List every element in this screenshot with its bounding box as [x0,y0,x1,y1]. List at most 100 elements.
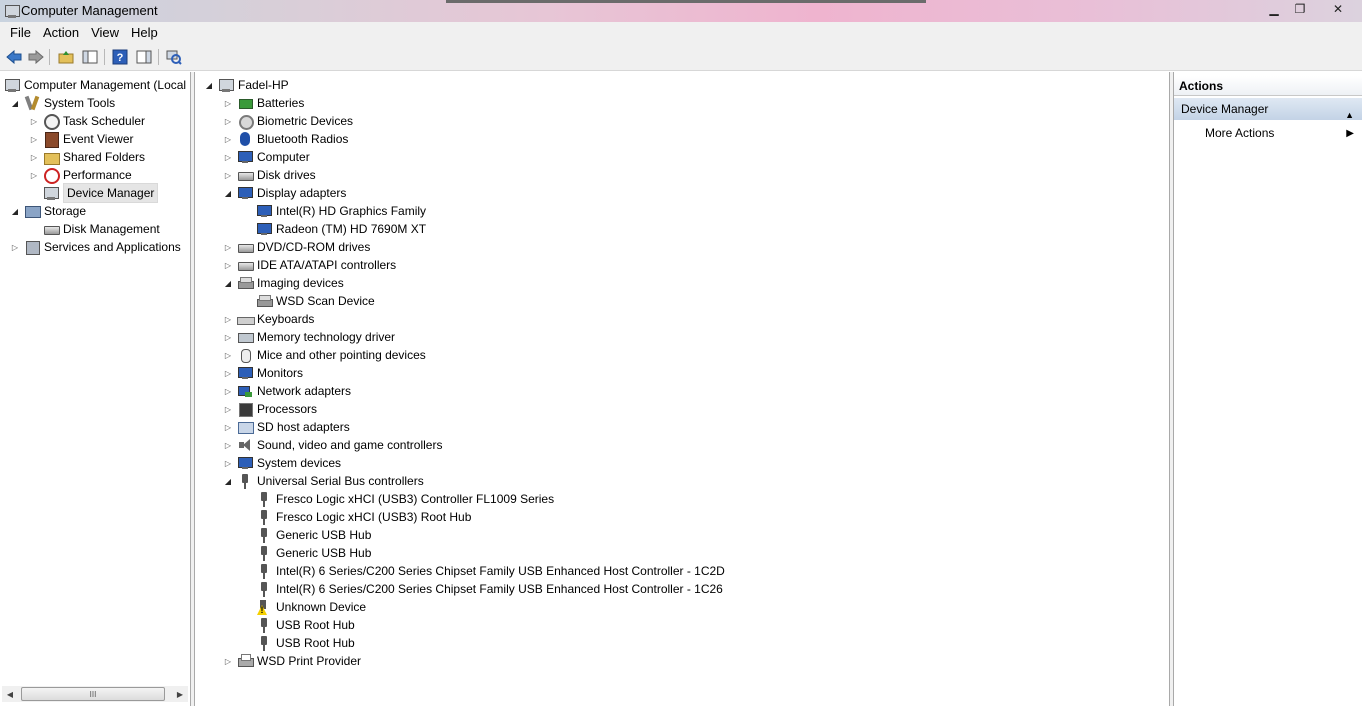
device-category[interactable]: ▷ Network adapters [223,382,351,400]
tree-item-event-viewer[interactable]: ▷ Event Viewer [29,130,133,148]
expand-arrow-icon[interactable]: ▷ [223,134,233,144]
device-item[interactable]: Radeon (TM) HD 7690M XT [242,220,426,238]
collapse-arrow-icon[interactable]: ◢ [10,206,20,216]
warn-icon [256,599,272,615]
expand-arrow-icon[interactable]: ▷ [29,170,39,180]
collapse-arrow-icon[interactable]: ◢ [10,98,20,108]
expand-arrow-icon[interactable]: ▷ [29,116,39,126]
expand-arrow-icon[interactable]: ▷ [223,260,233,270]
device-category[interactable]: ▷ Monitors [223,364,303,382]
device-category[interactable]: ▷ Processors [223,400,317,418]
device-category[interactable]: ▷ SD host adapters [223,418,350,436]
expand-arrow-icon[interactable]: ▷ [223,116,233,126]
scroll-right-arrow-icon[interactable]: ▶ [173,688,187,700]
tree-item-task-scheduler[interactable]: ▷ Task Scheduler [29,112,145,130]
forward-button[interactable] [26,47,46,67]
device-category[interactable]: ▷ Biometric Devices [223,112,353,130]
collapse-arrow-icon[interactable]: ◢ [223,278,233,288]
device-category[interactable]: ◢ Imaging devices [223,274,344,292]
close-button[interactable]: ✕ [1316,0,1360,18]
device-item[interactable]: Generic USB Hub [242,526,371,544]
device-category[interactable]: ▷ Batteries [223,94,304,112]
tree-item-computer-management[interactable]: Computer Management (Local [4,76,186,94]
collapse-arrow-icon[interactable]: ◢ [223,476,233,486]
device-category[interactable]: ▷ Computer [223,148,310,166]
device-item-label: Intel(R) HD Graphics Family [276,204,427,218]
expand-arrow-icon[interactable]: ▷ [10,242,20,252]
expand-arrow-icon[interactable]: ▷ [223,386,233,396]
device-item[interactable]: Generic USB Hub [242,544,371,562]
menu-action[interactable]: Action [37,22,85,43]
device-item[interactable]: Fresco Logic xHCI (USB3) Root Hub [242,508,471,526]
expand-arrow-icon[interactable]: ▷ [223,422,233,432]
menu-view[interactable]: View [85,22,125,43]
device-category[interactable]: ▷ Keyboards [223,310,314,328]
expand-arrow-icon[interactable]: ▷ [29,134,39,144]
device-category[interactable]: ▷ WSD Print Provider [223,652,361,670]
scanner-icon [256,293,273,309]
expand-arrow-icon[interactable]: ▷ [223,368,233,378]
show-hide-action-pane-button[interactable] [134,47,154,67]
toolbar-separator [158,49,159,65]
expand-arrow-icon[interactable]: ▷ [223,350,233,360]
device-item[interactable]: USB Root Hub [242,634,355,652]
device-item[interactable]: WSD Scan Device [242,292,375,310]
device-category-label: Memory technology driver [257,330,396,344]
expand-arrow-icon[interactable]: ▷ [223,314,233,324]
scrollbar-thumb[interactable]: III [21,687,165,701]
expand-arrow-icon[interactable]: ▷ [223,404,233,414]
collapse-arrow-icon[interactable]: ◢ [223,188,233,198]
minimize-button[interactable]: ▁ [1262,0,1286,18]
back-button[interactable] [4,47,24,67]
device-item[interactable]: USB Root Hub [242,616,355,634]
device-category[interactable]: ▷ Disk drives [223,166,316,184]
tree-item-storage[interactable]: ◢ Storage [10,202,86,220]
device-category[interactable]: ▷ DVD/CD-ROM drives [223,238,370,256]
menu-help[interactable]: Help [125,22,164,43]
menu-file[interactable]: File [4,22,37,43]
scroll-left-arrow-icon[interactable]: ◀ [3,688,17,700]
device-category[interactable]: ◢ Universal Serial Bus controllers [223,472,424,490]
device-tree-root[interactable]: ◢ Fadel-HP [204,76,289,94]
help-button[interactable]: ? [110,47,130,67]
tree-item-performance[interactable]: ▷ Performance [29,166,132,184]
more-actions-item[interactable]: More Actions ▶ [1174,122,1362,144]
expand-arrow-icon[interactable]: ▷ [223,656,233,666]
device-category[interactable]: ▷ Mice and other pointing devices [223,346,426,364]
device-item-label: USB Root Hub [276,636,355,650]
expand-arrow-icon[interactable]: ▷ [223,440,233,450]
expand-arrow-icon[interactable]: ▷ [29,152,39,162]
scan-hardware-icon [166,50,182,65]
tree-item-disk-management[interactable]: Disk Management [29,220,160,238]
expand-arrow-icon[interactable]: ▷ [223,332,233,342]
tree-item-device-manager[interactable]: Device Manager [29,183,159,203]
maximize-button[interactable]: ❐ [1288,0,1312,18]
horizontal-scrollbar[interactable]: ◀ III ▶ [2,686,188,702]
expand-arrow-icon[interactable]: ▷ [223,458,233,468]
device-item[interactable]: Intel(R) HD Graphics Family [242,202,426,220]
help-icon: ? [112,49,128,65]
expand-arrow-icon[interactable]: ▷ [223,98,233,108]
device-item[interactable]: Unknown Device [242,598,366,616]
monitor-icon [237,185,253,201]
device-category[interactable]: ▷ System devices [223,454,341,472]
show-hide-console-tree-button[interactable] [80,47,100,67]
device-item[interactable]: Intel(R) 6 Series/C200 Series Chipset Fa… [242,580,723,598]
actions-section-device-manager[interactable]: Device Manager ▲ [1174,98,1362,120]
device-item[interactable]: Fresco Logic xHCI (USB3) Controller FL10… [242,490,554,508]
expand-arrow-icon[interactable]: ▷ [223,170,233,180]
device-category[interactable]: ▷ Memory technology driver [223,328,395,346]
tree-item-shared-folders[interactable]: ▷ Shared Folders [29,148,145,166]
expand-arrow-icon[interactable]: ◢ [204,80,214,90]
up-one-level-button[interactable] [56,47,76,67]
device-category[interactable]: ▷ Sound, video and game controllers [223,436,443,454]
tree-item-services-and-applications[interactable]: ▷ Services and Applications [10,238,181,256]
scan-hardware-changes-button[interactable] [164,47,184,67]
device-category[interactable]: ◢ Display adapters [223,184,346,202]
tree-item-system-tools[interactable]: ◢ System Tools [10,94,115,112]
device-item[interactable]: Intel(R) 6 Series/C200 Series Chipset Fa… [242,562,725,580]
expand-arrow-icon[interactable]: ▷ [223,242,233,252]
device-category[interactable]: ▷ Bluetooth Radios [223,130,348,148]
device-category[interactable]: ▷ IDE ATA/ATAPI controllers [223,256,396,274]
expand-arrow-icon[interactable]: ▷ [223,152,233,162]
